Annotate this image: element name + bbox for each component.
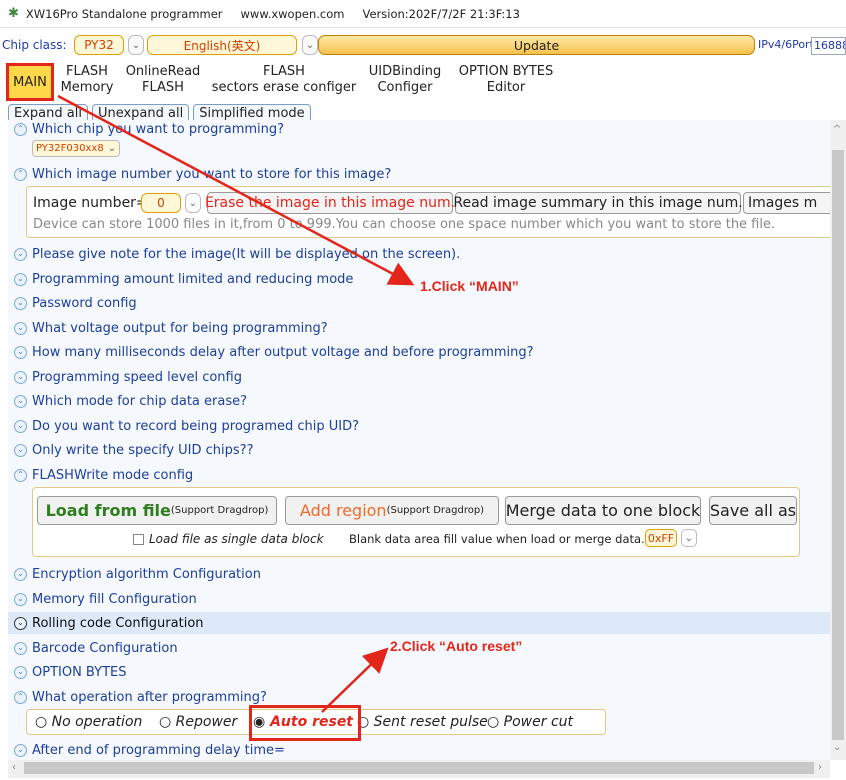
highlight-auto-reset-box xyxy=(249,705,361,741)
annotation-step1: 1.Click “MAIN” xyxy=(420,278,519,294)
arrow-step2 xyxy=(321,647,389,713)
annotation-arrows xyxy=(57,94,415,713)
arrow-step1 xyxy=(57,94,415,286)
annotation-step2: 2.Click “Auto reset” xyxy=(390,638,523,654)
